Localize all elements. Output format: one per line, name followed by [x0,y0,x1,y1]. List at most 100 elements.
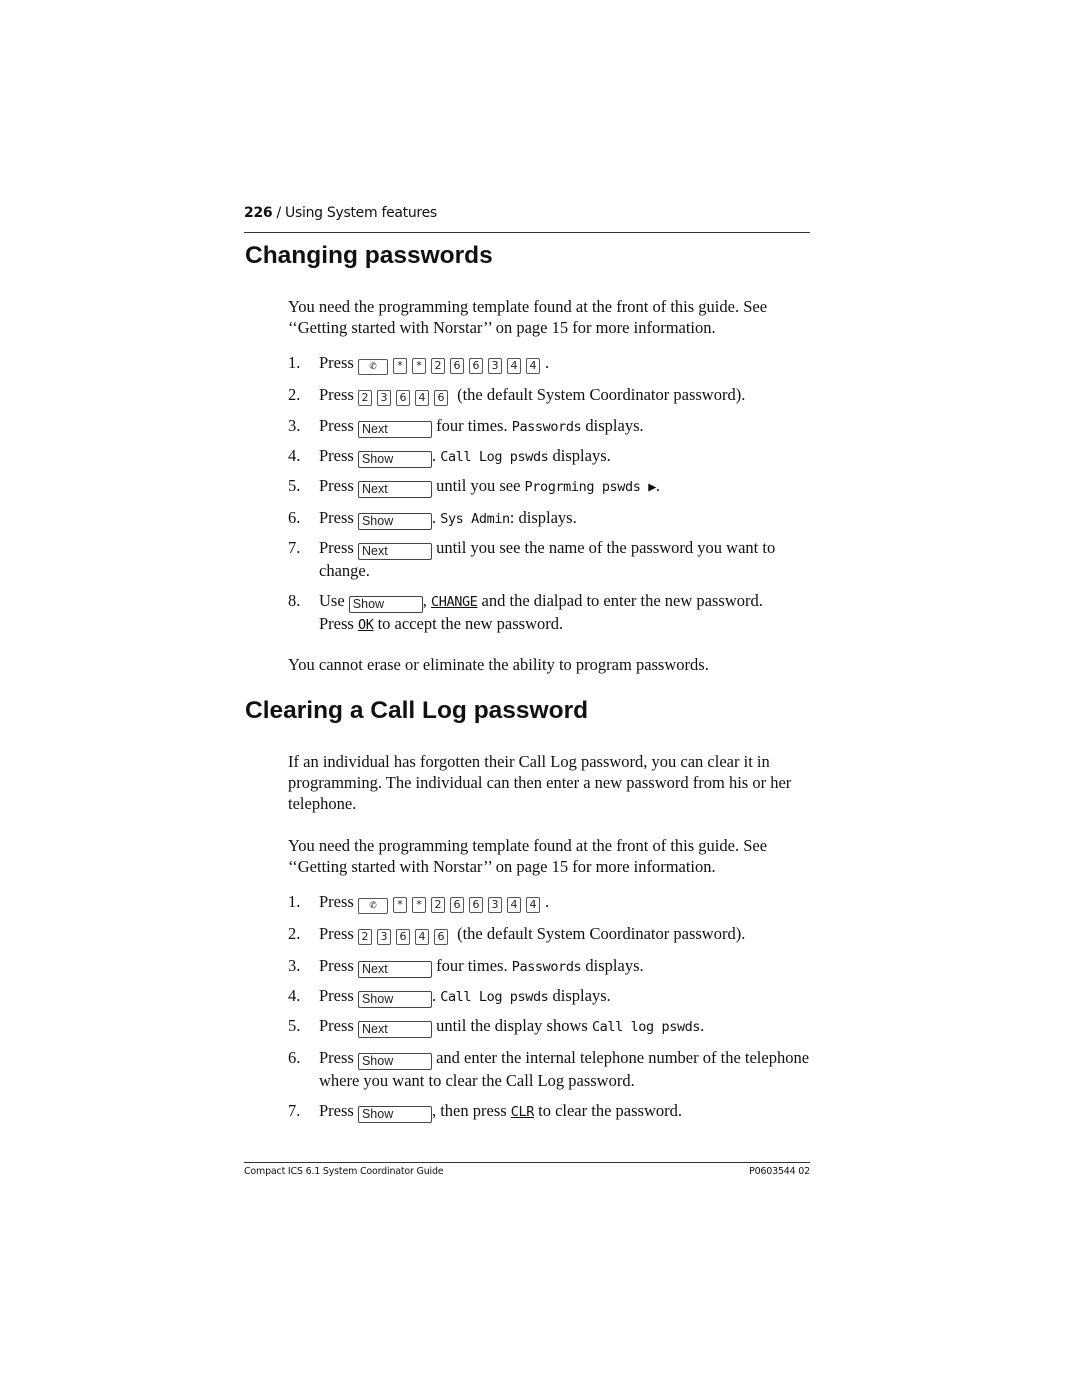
header-rule [244,232,810,233]
step-number: 2. [288,924,301,943]
step-number: 8. [288,591,301,610]
step-item: 4. Press Show. Call Log pswds displays. [288,985,810,1008]
display-text: Progrming pswds ▶ [524,479,657,495]
softkey-show-button: Show [357,991,432,1008]
step-number: 7. [288,538,301,557]
step-text-mid: . [431,508,441,527]
dialpad-key-4: 4 [506,358,521,374]
dialpad-key-2: 2 [430,358,445,374]
step-text-mid: four times. [431,416,512,435]
footer-title: Compact ICS 6.1 System Coordinator Guide [244,1166,444,1177]
dialpad-key-star: * [411,358,426,374]
step-text: Use Show, CHANGE and the dialpad to ente… [319,590,810,636]
step-number: 7. [288,1101,301,1120]
step-text-mid: . [431,446,441,465]
softkey-next-button: Next [357,543,432,560]
dialpad-key-star: * [392,897,407,913]
softkey-show-button: Show [357,1053,432,1070]
step-text: Press ✆ * * 2 6 6 3 4 4. [319,352,810,375]
step-item: 6. Press Show and enter the internal tele… [288,1047,810,1091]
softkey-next-button: Next [357,421,432,438]
template-paragraph-clearing: You need the programming template found … [288,836,768,876]
dialpad-key-6: 6 [433,390,448,406]
softkey-show-button: Show [357,451,432,468]
heading-changing-passwords: Changing passwords [245,242,493,269]
step-text-lead: Press [319,353,358,372]
dialpad-key-6: 6 [395,390,410,406]
step-text-tail: (the default System Coordinator password… [452,385,746,404]
dialpad-key-2: 2 [357,390,372,406]
dialpad-key-3: 3 [376,929,391,945]
footer-doc-number: P0603544 02 [749,1166,810,1177]
display-text: CLR [510,1104,535,1120]
note-paragraph: You cannot erase or eliminate the abilit… [288,655,709,674]
step-text: Press Show. Sys Admin: displays. [319,507,810,530]
intro-paragraph-clearing: If an individual has forgotten their Cal… [288,752,792,813]
step-text-lead: Press [319,1016,358,1035]
step-text: Press 23646 (the default System Coordina… [319,384,810,406]
dialpad-key-2: 2 [357,929,372,945]
step-text-tail: to clear the password. [533,1101,682,1120]
step-number: 1. [288,892,301,911]
step-item: 5. Press Next until the display shows Cal… [288,1015,810,1038]
step-text-tail: (the default System Coordinator password… [452,924,746,943]
step-number: 6. [288,1048,301,1067]
dialpad-key-3: 3 [376,390,391,406]
step-text: Press Next until you see the name of the… [319,537,810,581]
dialpad-key-4: 4 [525,358,540,374]
step-text-lead: Press [319,416,358,435]
step-item: 8. Use Show, CHANGE and the dialpad to en… [288,590,810,636]
running-header: 226 / Using System features [244,205,810,221]
step-text-lead: Use [319,591,349,610]
step-text-lead: Press [319,1048,358,1067]
dialpad-key-4: 4 [506,897,521,913]
display-text: Call log pswds [591,1019,701,1035]
step-number: 3. [288,956,301,975]
step-text: Press Show and enter the internal teleph… [319,1047,810,1091]
step-text-lead: Press [319,385,358,404]
step-text-tail: . [700,1016,705,1035]
step-number: 3. [288,416,301,435]
dialpad-key-6: 6 [433,929,448,945]
dialpad-key-2: 2 [430,897,445,913]
step-number: 2. [288,385,301,404]
display-text: Call Log pswds [440,989,549,1005]
step-text-mid: , [422,591,432,610]
step-item: 4. Press Show. Call Log pswds displays. [288,445,810,468]
step-text-tail: . [544,353,550,372]
step-text: Press ✆ * * 2 6 6 3 4 4. [319,891,810,914]
step-text-lead: Press [319,538,358,557]
footer-rule [244,1162,810,1163]
dialpad-key-4: 4 [414,929,429,945]
step-number: 5. [288,476,301,495]
step-item: 1. Press ✆ * * 2 6 6 3 4 4. [288,352,810,375]
step-text-lead: Press [319,476,358,495]
step-text-lead: Press [319,1101,358,1120]
softkey-next-button: Next [357,481,432,498]
dialpad-key-6: 6 [468,897,483,913]
step-text-mid: four times. [431,956,512,975]
step-text-tail: and the dialpad to enter the new passwor… [477,591,763,610]
step-text-mid: , then press [431,1101,511,1120]
step-item: 1. Press ✆ * * 2 6 6 3 4 4. [288,891,810,914]
step-item: 5. Press Next until you see Progrming psw… [288,475,810,498]
step-item: 7. Press Next until you see the name of t… [288,537,810,581]
softkey-next-button: Next [357,961,432,978]
softkey-show-button: Show [348,596,423,613]
step-item: 2. Press 23646 (the default System Coordi… [288,384,810,406]
step-text-lead: Press [319,614,358,633]
step-text-lead: Press [319,446,358,465]
dialpad-key-4: 4 [525,897,540,913]
feature-key-icon: ✆ [357,359,388,375]
step-text-mid: until you see [431,476,525,495]
step-item: 3. Press Next four times. Passwords displ… [288,955,810,978]
step-text-tail: displays. [548,446,611,465]
step-text-lead: Press [319,892,358,911]
step-text-lead: Press [319,956,358,975]
dialpad-key-6: 6 [449,897,464,913]
step-text: Press Next four times. Passwords display… [319,415,810,438]
feature-key-icon: ✆ [357,898,388,914]
step-item: 7. Press Show, then press CLR to clear th… [288,1100,810,1123]
softkey-show-button: Show [357,1106,432,1123]
step-number: 6. [288,508,301,527]
